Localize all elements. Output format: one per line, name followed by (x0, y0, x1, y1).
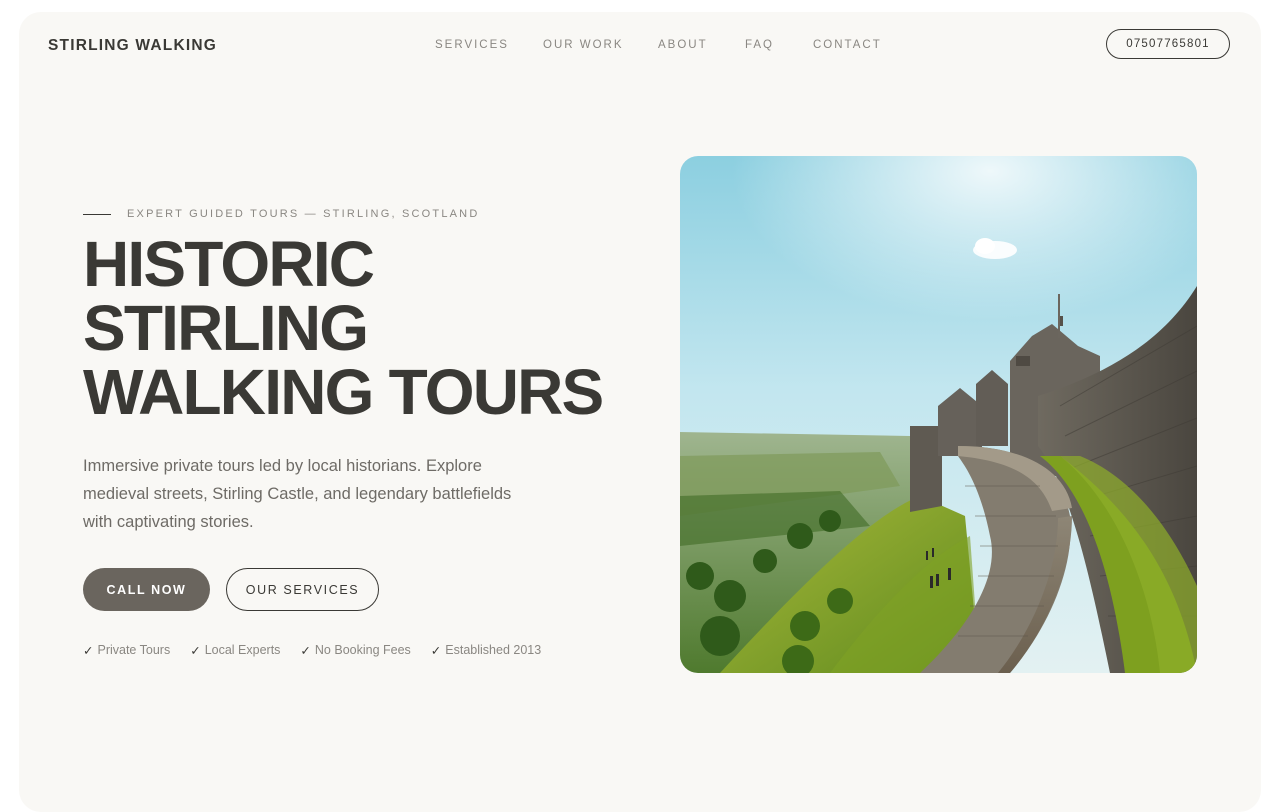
check-icon: ✓ (430, 644, 442, 658)
feature-label: No Booking Fees (314, 643, 411, 657)
check-icon: ✓ (190, 644, 201, 658)
feature-item: ✓ Local Experts (190, 643, 280, 658)
feature-item: ✓ Private Tours (83, 643, 170, 658)
nav-link-contact[interactable]: CONTACT (813, 39, 882, 51)
castle-wall-illustration (680, 156, 1197, 673)
eyebrow-text: EXPERT GUIDED TOURS — STIRLING, SCOTLAND (127, 208, 480, 220)
hero-description: Immersive private tours led by local his… (83, 457, 512, 531)
feature-item: ✓ Established 2013 (431, 643, 541, 658)
eyebrow-divider (83, 213, 111, 215)
main-nav: SERVICES OUR WORK ABOUT FAQ CONTACT (19, 39, 1261, 53)
our-services-button[interactable]: OUR SERVICES (226, 568, 379, 611)
page-container: STIRLING WALKING SERVICES OUR WORK ABOUT… (19, 12, 1261, 812)
headline-line-2: STIRLING (83, 292, 369, 364)
feature-label: Local Experts (204, 643, 281, 657)
call-now-button[interactable]: CALL NOW (83, 568, 210, 611)
nav-link-about[interactable]: ABOUT (658, 39, 708, 51)
nav-link-services[interactable]: SERVICES (435, 39, 509, 51)
hero-headline: HISTORIC STIRLING WALKING TOURS (83, 232, 643, 424)
feature-label: Private Tours (97, 643, 171, 657)
nav-link-our-work[interactable]: OUR WORK (543, 39, 624, 51)
phone-button[interactable]: 07507765801 (1106, 29, 1230, 59)
hero-eyebrow: EXPERT GUIDED TOURS — STIRLING, SCOTLAND (83, 208, 479, 220)
hero-castle-image (680, 156, 1197, 673)
check-icon: ✓ (300, 644, 311, 658)
headline-line-1: HISTORIC (83, 228, 375, 300)
check-icon: ✓ (83, 644, 94, 658)
nav-link-faq[interactable]: FAQ (745, 39, 774, 51)
feature-item: ✓ No Booking Fees (300, 643, 410, 658)
headline-line-3: WALKING TOURS (83, 356, 604, 428)
feature-label: Established 2013 (445, 643, 542, 657)
feature-list: ✓ Private Tours ✓ Local Experts ✓ No Boo… (83, 643, 561, 658)
